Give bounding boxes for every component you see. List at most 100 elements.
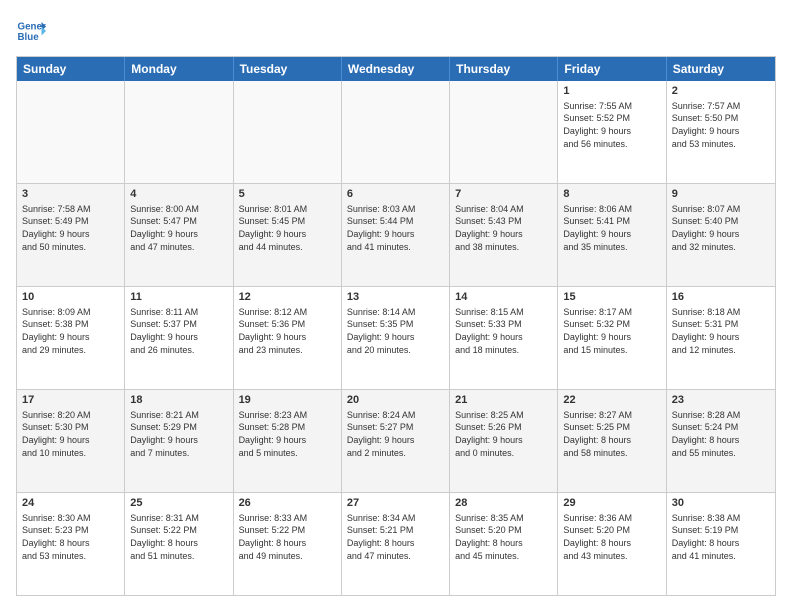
weekday-header: Sunday xyxy=(17,57,125,81)
day-number: 29 xyxy=(563,496,660,511)
day-info: Sunrise: 8:01 AM Sunset: 5:45 PM Dayligh… xyxy=(239,203,336,253)
calendar-row: 24Sunrise: 8:30 AM Sunset: 5:23 PM Dayli… xyxy=(17,493,775,595)
day-number: 19 xyxy=(239,393,336,408)
calendar-day: 25Sunrise: 8:31 AM Sunset: 5:22 PM Dayli… xyxy=(125,493,233,595)
day-number: 27 xyxy=(347,496,444,511)
day-number: 14 xyxy=(455,290,552,305)
day-info: Sunrise: 8:03 AM Sunset: 5:44 PM Dayligh… xyxy=(347,203,444,253)
calendar-empty xyxy=(450,81,558,183)
day-info: Sunrise: 8:24 AM Sunset: 5:27 PM Dayligh… xyxy=(347,409,444,459)
day-number: 28 xyxy=(455,496,552,511)
day-info: Sunrise: 8:06 AM Sunset: 5:41 PM Dayligh… xyxy=(563,203,660,253)
calendar-day: 19Sunrise: 8:23 AM Sunset: 5:28 PM Dayli… xyxy=(234,390,342,492)
day-info: Sunrise: 8:35 AM Sunset: 5:20 PM Dayligh… xyxy=(455,512,552,562)
calendar-day: 27Sunrise: 8:34 AM Sunset: 5:21 PM Dayli… xyxy=(342,493,450,595)
calendar-day: 30Sunrise: 8:38 AM Sunset: 5:19 PM Dayli… xyxy=(667,493,775,595)
calendar-day: 3Sunrise: 7:58 AM Sunset: 5:49 PM Daylig… xyxy=(17,184,125,286)
calendar-day: 28Sunrise: 8:35 AM Sunset: 5:20 PM Dayli… xyxy=(450,493,558,595)
day-number: 10 xyxy=(22,290,119,305)
calendar-day: 26Sunrise: 8:33 AM Sunset: 5:22 PM Dayli… xyxy=(234,493,342,595)
calendar-empty xyxy=(342,81,450,183)
svg-text:Blue: Blue xyxy=(18,32,40,43)
calendar-day: 8Sunrise: 8:06 AM Sunset: 5:41 PM Daylig… xyxy=(558,184,666,286)
weekday-header: Friday xyxy=(558,57,666,81)
calendar-row: 3Sunrise: 7:58 AM Sunset: 5:49 PM Daylig… xyxy=(17,184,775,287)
day-number: 2 xyxy=(672,84,770,99)
day-info: Sunrise: 8:07 AM Sunset: 5:40 PM Dayligh… xyxy=(672,203,770,253)
day-info: Sunrise: 7:55 AM Sunset: 5:52 PM Dayligh… xyxy=(563,100,660,150)
header: General Blue xyxy=(16,16,776,46)
calendar-row: 10Sunrise: 8:09 AM Sunset: 5:38 PM Dayli… xyxy=(17,287,775,390)
day-number: 25 xyxy=(130,496,227,511)
calendar-day: 10Sunrise: 8:09 AM Sunset: 5:38 PM Dayli… xyxy=(17,287,125,389)
day-info: Sunrise: 8:14 AM Sunset: 5:35 PM Dayligh… xyxy=(347,306,444,356)
day-info: Sunrise: 8:34 AM Sunset: 5:21 PM Dayligh… xyxy=(347,512,444,562)
calendar-header: SundayMondayTuesdayWednesdayThursdayFrid… xyxy=(17,57,775,81)
day-info: Sunrise: 8:04 AM Sunset: 5:43 PM Dayligh… xyxy=(455,203,552,253)
day-number: 8 xyxy=(563,187,660,202)
day-info: Sunrise: 8:28 AM Sunset: 5:24 PM Dayligh… xyxy=(672,409,770,459)
day-number: 4 xyxy=(130,187,227,202)
calendar-day: 15Sunrise: 8:17 AM Sunset: 5:32 PM Dayli… xyxy=(558,287,666,389)
calendar-day: 16Sunrise: 8:18 AM Sunset: 5:31 PM Dayli… xyxy=(667,287,775,389)
day-number: 5 xyxy=(239,187,336,202)
calendar-empty xyxy=(234,81,342,183)
calendar-day: 2Sunrise: 7:57 AM Sunset: 5:50 PM Daylig… xyxy=(667,81,775,183)
day-number: 7 xyxy=(455,187,552,202)
calendar-day: 5Sunrise: 8:01 AM Sunset: 5:45 PM Daylig… xyxy=(234,184,342,286)
day-number: 24 xyxy=(22,496,119,511)
calendar-day: 29Sunrise: 8:36 AM Sunset: 5:20 PM Dayli… xyxy=(558,493,666,595)
day-info: Sunrise: 8:15 AM Sunset: 5:33 PM Dayligh… xyxy=(455,306,552,356)
calendar-day: 4Sunrise: 8:00 AM Sunset: 5:47 PM Daylig… xyxy=(125,184,233,286)
day-info: Sunrise: 8:09 AM Sunset: 5:38 PM Dayligh… xyxy=(22,306,119,356)
weekday-header: Saturday xyxy=(667,57,775,81)
calendar-day: 7Sunrise: 8:04 AM Sunset: 5:43 PM Daylig… xyxy=(450,184,558,286)
calendar-day: 11Sunrise: 8:11 AM Sunset: 5:37 PM Dayli… xyxy=(125,287,233,389)
day-number: 21 xyxy=(455,393,552,408)
weekday-header: Thursday xyxy=(450,57,558,81)
day-info: Sunrise: 8:36 AM Sunset: 5:20 PM Dayligh… xyxy=(563,512,660,562)
page: General Blue SundayMondayTuesdayWednesda… xyxy=(0,0,792,612)
calendar-day: 9Sunrise: 8:07 AM Sunset: 5:40 PM Daylig… xyxy=(667,184,775,286)
day-number: 11 xyxy=(130,290,227,305)
calendar-day: 21Sunrise: 8:25 AM Sunset: 5:26 PM Dayli… xyxy=(450,390,558,492)
calendar-day: 14Sunrise: 8:15 AM Sunset: 5:33 PM Dayli… xyxy=(450,287,558,389)
day-number: 15 xyxy=(563,290,660,305)
calendar-row: 17Sunrise: 8:20 AM Sunset: 5:30 PM Dayli… xyxy=(17,390,775,493)
day-info: Sunrise: 8:12 AM Sunset: 5:36 PM Dayligh… xyxy=(239,306,336,356)
day-number: 20 xyxy=(347,393,444,408)
weekday-header: Tuesday xyxy=(234,57,342,81)
calendar-day: 20Sunrise: 8:24 AM Sunset: 5:27 PM Dayli… xyxy=(342,390,450,492)
day-number: 12 xyxy=(239,290,336,305)
calendar-empty xyxy=(17,81,125,183)
day-info: Sunrise: 7:58 AM Sunset: 5:49 PM Dayligh… xyxy=(22,203,119,253)
calendar-day: 12Sunrise: 8:12 AM Sunset: 5:36 PM Dayli… xyxy=(234,287,342,389)
day-info: Sunrise: 8:20 AM Sunset: 5:30 PM Dayligh… xyxy=(22,409,119,459)
weekday-header: Monday xyxy=(125,57,233,81)
calendar-empty xyxy=(125,81,233,183)
calendar: SundayMondayTuesdayWednesdayThursdayFrid… xyxy=(16,56,776,596)
calendar-day: 18Sunrise: 8:21 AM Sunset: 5:29 PM Dayli… xyxy=(125,390,233,492)
calendar-day: 1Sunrise: 7:55 AM Sunset: 5:52 PM Daylig… xyxy=(558,81,666,183)
day-info: Sunrise: 8:25 AM Sunset: 5:26 PM Dayligh… xyxy=(455,409,552,459)
day-info: Sunrise: 8:27 AM Sunset: 5:25 PM Dayligh… xyxy=(563,409,660,459)
day-info: Sunrise: 8:33 AM Sunset: 5:22 PM Dayligh… xyxy=(239,512,336,562)
day-info: Sunrise: 8:31 AM Sunset: 5:22 PM Dayligh… xyxy=(130,512,227,562)
day-info: Sunrise: 7:57 AM Sunset: 5:50 PM Dayligh… xyxy=(672,100,770,150)
calendar-day: 6Sunrise: 8:03 AM Sunset: 5:44 PM Daylig… xyxy=(342,184,450,286)
day-number: 30 xyxy=(672,496,770,511)
day-info: Sunrise: 8:23 AM Sunset: 5:28 PM Dayligh… xyxy=(239,409,336,459)
day-info: Sunrise: 8:30 AM Sunset: 5:23 PM Dayligh… xyxy=(22,512,119,562)
day-info: Sunrise: 8:21 AM Sunset: 5:29 PM Dayligh… xyxy=(130,409,227,459)
day-number: 9 xyxy=(672,187,770,202)
calendar-row: 1Sunrise: 7:55 AM Sunset: 5:52 PM Daylig… xyxy=(17,81,775,184)
day-info: Sunrise: 8:00 AM Sunset: 5:47 PM Dayligh… xyxy=(130,203,227,253)
calendar-day: 23Sunrise: 8:28 AM Sunset: 5:24 PM Dayli… xyxy=(667,390,775,492)
calendar-day: 13Sunrise: 8:14 AM Sunset: 5:35 PM Dayli… xyxy=(342,287,450,389)
day-number: 26 xyxy=(239,496,336,511)
day-number: 22 xyxy=(563,393,660,408)
day-info: Sunrise: 8:11 AM Sunset: 5:37 PM Dayligh… xyxy=(130,306,227,356)
calendar-day: 22Sunrise: 8:27 AM Sunset: 5:25 PM Dayli… xyxy=(558,390,666,492)
day-info: Sunrise: 8:18 AM Sunset: 5:31 PM Dayligh… xyxy=(672,306,770,356)
calendar-body: 1Sunrise: 7:55 AM Sunset: 5:52 PM Daylig… xyxy=(17,81,775,595)
